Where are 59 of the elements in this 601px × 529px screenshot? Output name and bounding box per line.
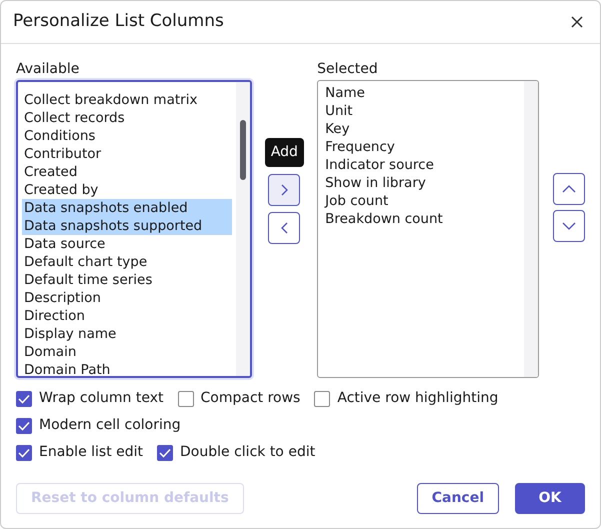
list-item[interactable]: Job count xyxy=(323,192,520,210)
list-item[interactable]: Show in library xyxy=(323,174,520,192)
checkbox[interactable] xyxy=(178,390,194,406)
list-item[interactable]: Breakdown count xyxy=(323,210,520,228)
checkbox-label: Modern cell coloring xyxy=(39,416,181,435)
list-item[interactable]: Default time series xyxy=(22,271,232,289)
available-list[interactable] xyxy=(16,80,252,378)
checkbox[interactable] xyxy=(157,444,174,460)
checkbox[interactable] xyxy=(16,390,32,406)
chevron-left-icon xyxy=(280,222,288,234)
remove-button[interactable] xyxy=(268,212,300,244)
tooltip: Add xyxy=(264,138,304,167)
chevron-down-icon xyxy=(562,222,576,230)
check-icon xyxy=(18,420,30,430)
checkbox-label: Active row highlighting xyxy=(337,389,498,408)
list-item[interactable]: Display name xyxy=(22,325,232,343)
check-icon xyxy=(18,448,30,458)
checkbox-label: Compact rows xyxy=(200,389,300,408)
list-item[interactable]: Name xyxy=(323,84,520,102)
list-item[interactable]: Domain Path xyxy=(22,361,232,376)
list-item[interactable]: Key xyxy=(323,120,520,138)
scrollbar[interactable] xyxy=(524,81,538,377)
chevron-up-icon xyxy=(562,185,576,193)
close-icon xyxy=(570,15,584,29)
move-up-button[interactable] xyxy=(553,173,585,205)
checkbox[interactable] xyxy=(16,444,32,460)
cancel-button[interactable]: Cancel xyxy=(416,483,499,514)
checkbox[interactable] xyxy=(314,390,330,406)
list-item[interactable]: Contributor xyxy=(22,145,232,163)
list-label: Selected xyxy=(317,60,379,79)
scrollbar[interactable] xyxy=(236,82,250,376)
chevron-right-icon xyxy=(280,184,288,196)
list-label: Available xyxy=(16,60,80,79)
check-icon xyxy=(159,448,172,458)
checkbox-label: Double click to edit xyxy=(180,443,316,462)
checkbox[interactable] xyxy=(16,418,32,434)
list-item[interactable]: Collect records xyxy=(22,109,232,127)
list-item[interactable]: Description xyxy=(22,289,232,307)
list-item[interactable]: Indicator source xyxy=(323,156,520,174)
dialog-title: Personalize List Columns xyxy=(13,10,224,34)
list-item[interactable]: Data snapshots supported xyxy=(22,217,232,235)
list-item[interactable]: Domain xyxy=(22,343,232,361)
list-item[interactable]: Frequency xyxy=(323,138,520,156)
checkbox-label: Wrap column text xyxy=(39,389,164,408)
add-button[interactable] xyxy=(268,174,300,206)
list-item[interactable]: Data source xyxy=(22,235,232,253)
list-item[interactable]: Created by xyxy=(22,181,232,199)
check-icon xyxy=(18,394,30,404)
ok-button[interactable]: OK xyxy=(515,483,585,514)
checkbox-label: Enable list edit xyxy=(39,443,144,462)
move-down-button[interactable] xyxy=(553,210,585,242)
list-item[interactable]: Conditions xyxy=(22,127,232,145)
list-item[interactable]: Direction xyxy=(22,307,232,325)
list-item[interactable]: Unit xyxy=(323,102,520,120)
selected-list[interactable]: Name Unit Key Frequency Indicator source Show in library Job count Breakdown count xyxy=(317,80,539,378)
list-item[interactable]: Default chart type xyxy=(22,253,232,271)
list-item[interactable]: Collect breakdown matrix xyxy=(22,91,232,109)
list-item[interactable]: Data snapshots enabled xyxy=(22,199,232,217)
list-item[interactable]: Created xyxy=(22,163,232,181)
